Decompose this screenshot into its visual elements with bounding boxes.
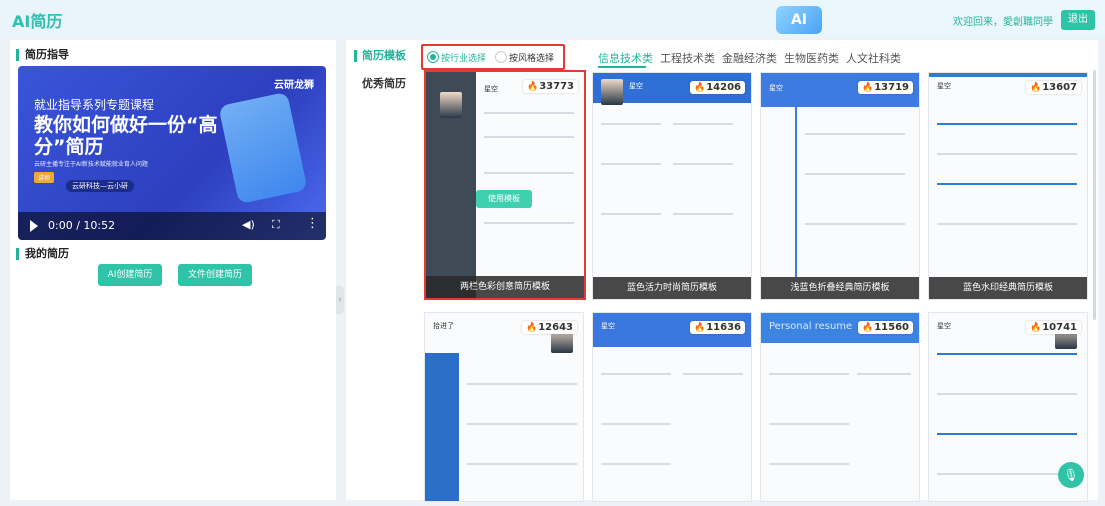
view-count: 🔥10741	[1025, 321, 1081, 334]
ai-create-resume-button[interactable]: AI创建简历	[98, 264, 162, 286]
fire-icon: 🔥	[1029, 323, 1042, 333]
card-header-text: 拾进了	[433, 322, 454, 330]
category-templates[interactable]: 简历模板	[354, 50, 406, 62]
fire-icon: 🔥	[861, 323, 874, 333]
view-count: 🔥14206	[689, 81, 745, 94]
fire-icon: 🔥	[525, 323, 538, 333]
collapse-handle[interactable]: ‹	[336, 286, 344, 314]
view-count: 🔥33773	[522, 80, 578, 93]
radio-style-label[interactable]: 按风格选择	[509, 51, 554, 64]
video-tag: 讲师	[34, 172, 55, 183]
fire-icon: 🔥	[693, 323, 706, 333]
fire-icon: 🔥	[526, 82, 539, 92]
card-preview: 星空	[426, 72, 584, 298]
file-create-resume-button[interactable]: 文件创建简历	[178, 264, 252, 286]
scrollbar[interactable]	[1093, 70, 1096, 320]
card-title: 两栏色彩创意简历模板	[426, 276, 584, 298]
play-icon[interactable]	[30, 220, 38, 232]
app-title: AI简历	[12, 12, 63, 31]
use-template-button[interactable]: 使用模板	[476, 190, 532, 208]
filter-group: 按行业选择 按风格选择	[421, 44, 565, 70]
card-preview: 星空	[761, 73, 919, 299]
card-title: 蓝色活力时尚简历模板	[593, 277, 751, 299]
top-bar: AI简历 AI 欢迎回来，愛創職同學 退出	[0, 0, 1105, 38]
video-controls: 0:00 / 10:52 ◀) ⛶ ⋮	[18, 212, 326, 240]
video-subtitle: 就业指导系列专题课程	[34, 98, 155, 112]
view-count: 🔥11560	[857, 321, 913, 334]
fire-icon: 🔥	[693, 83, 706, 93]
fullscreen-icon[interactable]: ⛶	[272, 218, 280, 232]
tab-underline	[598, 66, 646, 68]
card-title: 浅蓝色折叠经典简历模板	[761, 277, 919, 299]
right-panel: 简历模板 优秀简历 按行业选择 按风格选择 信息技术类 工程技术类 金融经济类 …	[346, 40, 1098, 502]
fire-icon: 🔥	[861, 83, 874, 93]
card-header-text: 星空	[937, 82, 951, 90]
radio-industry[interactable]	[427, 51, 439, 63]
card-preview: 星空	[929, 73, 1087, 299]
welcome-text: 欢迎回来，愛創職同學	[953, 17, 1053, 28]
left-panel: 简历指导 云研龙狮 就业指导系列专题课程 教你如何做好一份“高分”简历 云研主播…	[10, 40, 336, 500]
view-count: 🔥11636	[689, 321, 745, 334]
card-header-text: 星空	[769, 84, 783, 92]
video-title: 教你如何做好一份“高分”简历	[34, 114, 218, 158]
radio-industry-label[interactable]: 按行业选择	[441, 51, 486, 64]
tab-humanities[interactable]: 人文社科类	[846, 50, 901, 66]
guide-video[interactable]: 云研龙狮 就业指导系列专题课程 教你如何做好一份“高分”简历 云研主播专注于AI…	[18, 66, 326, 240]
template-card[interactable]: 星空 🔥33773 使用模板 两栏色彩创意简历模板	[424, 70, 586, 300]
logout-button[interactable]: 退出	[1061, 10, 1095, 30]
microphone-icon[interactable]: 🎙	[1058, 462, 1084, 488]
template-card[interactable]: 星空 🔥13607 蓝色水印经典简历模板	[928, 72, 1088, 300]
template-card[interactable]: Personal resume 🔥11560	[760, 312, 920, 502]
card-header-text: 星空	[937, 322, 951, 330]
card-header-text: 星空	[629, 82, 643, 90]
card-header-text: 星空	[601, 322, 615, 330]
template-card[interactable]: 星空 🔥14206 蓝色活力时尚简历模板	[592, 72, 752, 300]
template-card[interactable]: 星空 🔥11636	[592, 312, 752, 502]
card-header-text: Personal resume	[769, 321, 853, 332]
video-brand: 云研龙狮	[274, 80, 314, 91]
tab-it[interactable]: 信息技术类	[598, 50, 653, 66]
video-time: 0:00 / 10:52	[48, 219, 116, 232]
card-preview: 拾进了	[425, 313, 583, 501]
template-card[interactable]: 拾进了 🔥12643	[424, 312, 584, 502]
category-list: 简历模板 优秀简历	[354, 50, 406, 91]
volume-icon[interactable]: ◀)	[242, 218, 255, 231]
more-icon[interactable]: ⋮	[306, 216, 319, 231]
tab-finance[interactable]: 金融经济类	[722, 50, 777, 66]
tab-biomed[interactable]: 生物医药类	[784, 50, 839, 66]
tab-engineering[interactable]: 工程技术类	[660, 50, 715, 66]
card-preview: 星空	[593, 313, 751, 501]
view-count: 🔥13607	[1025, 81, 1081, 94]
category-excellent[interactable]: 优秀简历	[354, 75, 406, 91]
card-preview: Personal resume	[761, 313, 919, 501]
card-preview: 星空	[593, 73, 751, 299]
video-org: 云研科技—云小研	[66, 180, 134, 192]
card-title: 蓝色水印经典简历模板	[929, 277, 1087, 299]
radio-style[interactable]	[495, 51, 507, 63]
guide-title: 简历指导	[16, 49, 69, 61]
video-desc: 云研主播专注于AI新技术赋能就业育人问题	[34, 161, 148, 168]
view-count: 🔥12643	[521, 321, 577, 334]
template-card[interactable]: 星空 🔥13719 浅蓝色折叠经典简历模板	[760, 72, 920, 300]
fire-icon: 🔥	[1029, 83, 1042, 93]
view-count: 🔥13719	[857, 81, 913, 94]
ai-logo: AI	[776, 6, 822, 34]
card-header-text: 星空	[484, 85, 498, 93]
my-resume-title: 我的简历	[16, 248, 69, 260]
